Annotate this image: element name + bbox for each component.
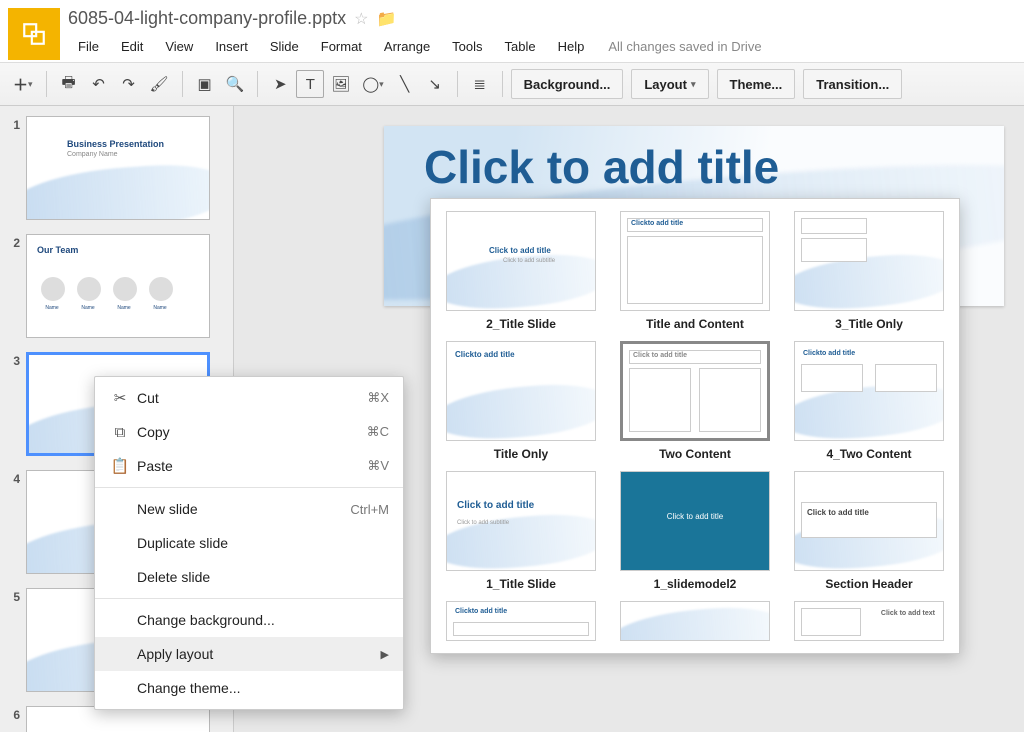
paint-format-icon[interactable]: 🖌	[145, 70, 174, 98]
menu-bar: File Edit View Insert Slide Format Arran…	[68, 35, 1024, 58]
layout-label: 3_Title Only	[835, 317, 903, 331]
slide-thumb-2[interactable]: Our Team NameNameNameName	[26, 234, 210, 338]
slide-number: 5	[6, 588, 20, 604]
star-icon[interactable]: ☆	[354, 9, 368, 29]
shape-icon[interactable]: ◯▾	[357, 70, 388, 98]
layout-option[interactable]: Clickto add title	[794, 341, 944, 441]
background-button[interactable]: Background...	[511, 69, 624, 99]
layout-label: 1_slidemodel2	[654, 577, 737, 591]
zoom-icon[interactable]: 🔍	[221, 70, 250, 98]
cm-delete-slide[interactable]: Delete slide	[95, 560, 403, 594]
cm-cut[interactable]: ✂Cut⌘X	[95, 381, 403, 415]
cm-apply-layout[interactable]: Apply layout▶	[95, 637, 403, 671]
layout-option[interactable]: Clickto add title	[620, 211, 770, 311]
chevron-right-icon: ▶	[381, 648, 389, 661]
slide-thumb-1[interactable]: Business PresentationCompany Name	[26, 116, 210, 220]
select-icon[interactable]: ➤	[266, 70, 294, 98]
menu-tools[interactable]: Tools	[442, 35, 492, 58]
cm-change-background[interactable]: Change background...	[95, 603, 403, 637]
slides-logo	[8, 8, 60, 60]
menu-arrange[interactable]: Arrange	[374, 35, 440, 58]
print-icon[interactable]: 🖶	[55, 70, 83, 98]
toolbar: ＋▾ 🖶 ↶ ↷ 🖌 ▣ 🔍 ➤ T 🖼 ◯▾ ╲ ↘ ≣ Background…	[0, 62, 1024, 106]
slide-number: 2	[6, 234, 20, 250]
layout-submenu: Click to add titleClick to add subtitle 2…	[430, 198, 960, 654]
theme-button[interactable]: Theme...	[717, 69, 796, 99]
undo-icon[interactable]: ↶	[85, 70, 113, 98]
textbox-icon[interactable]: T	[296, 70, 324, 98]
header: 6085-04-light-company-profile.pptx ☆ 📁 F…	[0, 0, 1024, 62]
scissors-icon: ✂	[109, 389, 131, 407]
layout-label: Section Header	[825, 577, 912, 591]
copy-icon: ⧉	[109, 424, 131, 441]
slide-number: 4	[6, 470, 20, 486]
layout-option[interactable]: Clickto add title	[446, 601, 596, 641]
layout-option[interactable]: Click to add text	[794, 601, 944, 641]
layout-option[interactable]: Click to add title	[794, 471, 944, 571]
layout-label: 2_Title Slide	[486, 317, 556, 331]
layout-option[interactable]	[794, 211, 944, 311]
layout-label: Title Only	[494, 447, 548, 461]
layout-label: 1_Title Slide	[486, 577, 556, 591]
cm-paste[interactable]: 📋Paste⌘V	[95, 449, 403, 483]
layout-option-selected[interactable]: Click to add title	[620, 341, 770, 441]
zoom-fit-icon[interactable]: ▣	[191, 70, 219, 98]
title-placeholder[interactable]: Click to add title	[424, 140, 779, 194]
slide-number: 1	[6, 116, 20, 132]
layout-button[interactable]: Layout▾	[631, 69, 708, 99]
arrow-icon[interactable]: ↘	[421, 70, 449, 98]
menu-table[interactable]: Table	[495, 35, 546, 58]
layout-option[interactable]: Click to add titleClick to add subtitle	[446, 471, 596, 571]
clipboard-icon: 📋	[109, 457, 131, 475]
menu-file[interactable]: File	[68, 35, 109, 58]
layout-label: 4_Two Content	[826, 447, 911, 461]
image-icon[interactable]: 🖼	[326, 70, 355, 98]
menu-format[interactable]: Format	[311, 35, 372, 58]
transition-button[interactable]: Transition...	[803, 69, 902, 99]
context-menu: ✂Cut⌘X ⧉Copy⌘C 📋Paste⌘V New slideCtrl+M …	[94, 376, 404, 710]
slide-number: 3	[6, 352, 20, 368]
menu-help[interactable]: Help	[548, 35, 595, 58]
slide-number: 6	[6, 706, 20, 722]
folder-icon[interactable]: 📁	[377, 9, 397, 29]
menu-view[interactable]: View	[155, 35, 203, 58]
cm-duplicate-slide[interactable]: Duplicate slide	[95, 526, 403, 560]
cm-copy[interactable]: ⧉Copy⌘C	[95, 415, 403, 449]
layout-option[interactable]: Click to add titleClick to add subtitle	[446, 211, 596, 311]
menu-edit[interactable]: Edit	[111, 35, 153, 58]
document-title[interactable]: 6085-04-light-company-profile.pptx	[68, 8, 346, 29]
save-status: All changes saved in Drive	[596, 35, 773, 58]
layout-option[interactable]	[620, 601, 770, 641]
menu-slide[interactable]: Slide	[260, 35, 309, 58]
layout-option[interactable]: Click to add title	[620, 471, 770, 571]
new-slide-button[interactable]: ＋▾	[8, 70, 38, 98]
cm-new-slide[interactable]: New slideCtrl+M	[95, 492, 403, 526]
layout-label: Title and Content	[646, 317, 744, 331]
layout-option[interactable]: Clickto add title	[446, 341, 596, 441]
cm-change-theme[interactable]: Change theme...	[95, 671, 403, 705]
layout-label: Two Content	[659, 447, 731, 461]
line-icon[interactable]: ╲	[391, 70, 419, 98]
comment-icon[interactable]: ≣	[466, 70, 494, 98]
menu-insert[interactable]: Insert	[205, 35, 258, 58]
redo-icon[interactable]: ↷	[115, 70, 143, 98]
